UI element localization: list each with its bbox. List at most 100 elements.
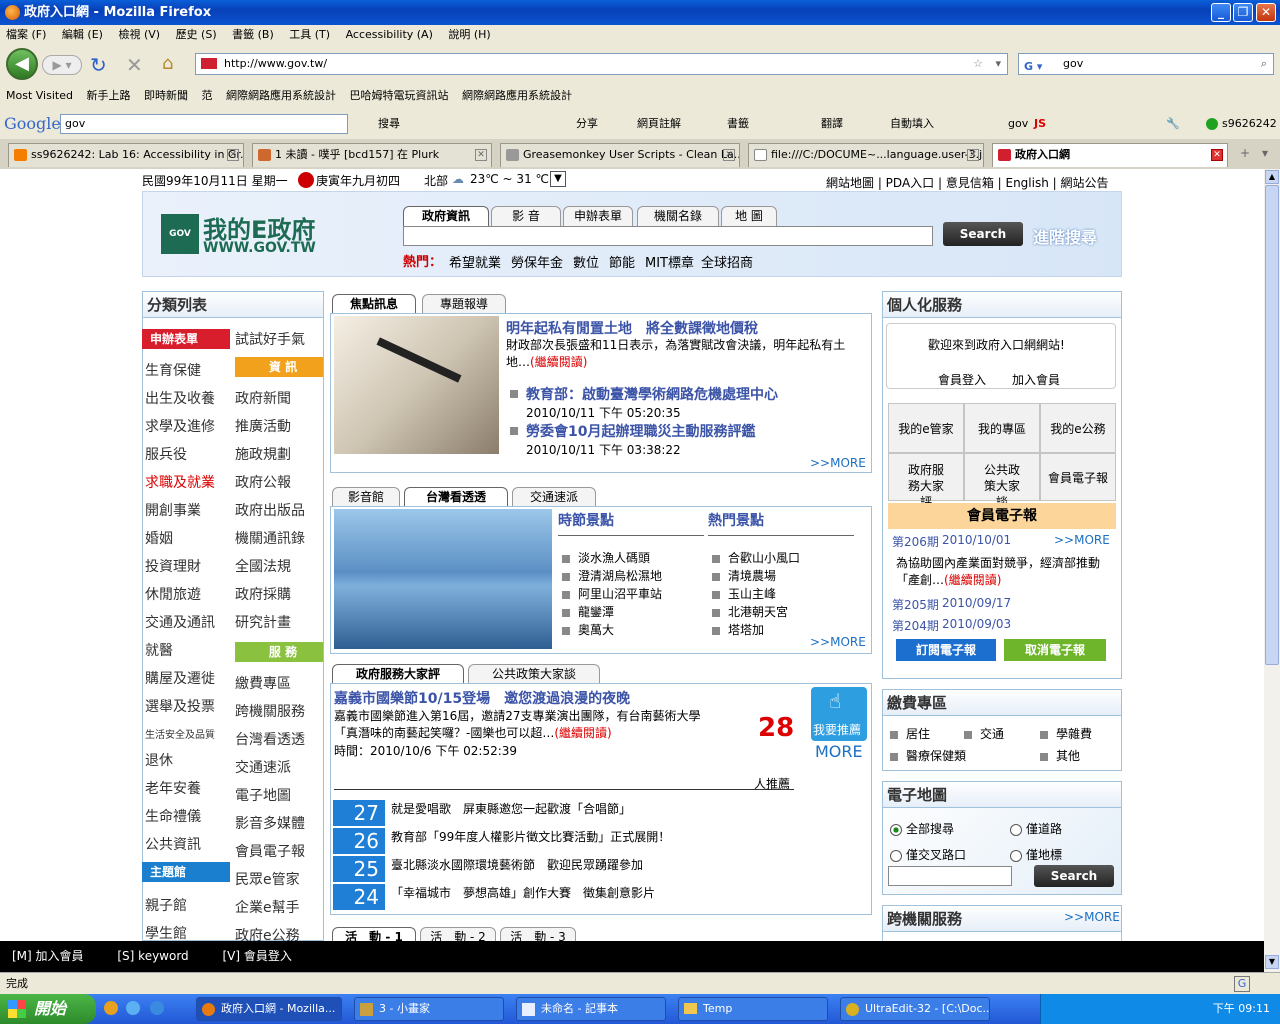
- rank-item[interactable]: 教育部「99年度人權影片徵文比賽活動」正式展開！: [391, 828, 670, 845]
- category-item[interactable]: 繳費專區: [235, 673, 291, 693]
- search-box[interactable]: G ▾ gov ⌕: [1018, 53, 1274, 75]
- menu-edit[interactable]: 編輯 (E): [62, 28, 103, 41]
- epaper-readmore[interactable]: (繼續閱讀): [944, 573, 1001, 587]
- tab-lab16[interactable]: ss9626242: Lab 16: Accessibility in Gr..…: [8, 143, 244, 167]
- menu-tools[interactable]: 工具 (T): [289, 28, 330, 41]
- subscribe-button[interactable]: 訂閱電子報: [896, 639, 996, 661]
- category-item[interactable]: 休閒旅遊: [145, 584, 201, 604]
- close-window-button[interactable]: ✕: [1256, 3, 1276, 22]
- epaper-more-link[interactable]: >>MORE: [1054, 533, 1110, 547]
- category-item[interactable]: 婚姻: [145, 528, 173, 548]
- gtb-js-button[interactable]: JS: [1034, 109, 1046, 139]
- category-item[interactable]: 研究計畫: [235, 612, 291, 632]
- clock[interactable]: 下午 09:11: [1213, 1002, 1270, 1015]
- unsubscribe-button[interactable]: 取消電子報: [1004, 639, 1106, 661]
- category-item[interactable]: 出生及收養: [145, 388, 215, 408]
- grid-my-housekeeper[interactable]: 我的e管家: [888, 403, 964, 453]
- stop-icon[interactable]: ✕: [126, 53, 143, 77]
- category-item[interactable]: 交通速派: [235, 757, 291, 777]
- close-tab-icon[interactable]: ✕: [227, 149, 239, 161]
- grid-my-area[interactable]: 我的專區: [964, 403, 1040, 453]
- grid-epaper[interactable]: 會員電子報: [1040, 453, 1116, 501]
- hot-item[interactable]: 節能: [609, 252, 635, 271]
- gtb-autofill-button[interactable]: 自動填入: [890, 109, 934, 139]
- category-item[interactable]: 台灣看透透: [235, 729, 305, 749]
- epaper-date[interactable]: 2010/09/03: [942, 617, 1011, 631]
- tab-focus-news[interactable]: 焦點訊息: [332, 294, 416, 314]
- join-link[interactable]: 加入會員: [1012, 371, 1060, 388]
- review-headline[interactable]: 嘉義市國樂節10/15登場 邀您渡過浪漫的夜晚: [334, 688, 630, 708]
- category-item[interactable]: 企業e幫手: [235, 897, 300, 917]
- grid-policy-talk[interactable]: 公共政策大家談: [964, 453, 1040, 509]
- spot-item[interactable]: 奧萬大: [562, 621, 614, 638]
- url-bar[interactable]: http://www.gov.tw/ ☆ ▾: [195, 53, 1008, 75]
- news-image[interactable]: [334, 316, 499, 454]
- fee-item[interactable]: 醫療保健類: [890, 747, 966, 764]
- top-links[interactable]: 網站地圖 | PDA入口 | 意見信箱 | English | 網站公告: [826, 174, 1109, 191]
- news-readmore[interactable]: (繼續閱讀): [530, 355, 587, 369]
- map-search-button[interactable]: Search: [1034, 865, 1114, 887]
- weather-dropdown-icon[interactable]: ▼: [550, 171, 566, 187]
- category-item[interactable]: 選舉及投票: [145, 696, 215, 716]
- category-item[interactable]: 政府e公務: [235, 925, 300, 941]
- scroll-up-icon[interactable]: ▲: [1265, 170, 1279, 184]
- scroll-down-icon[interactable]: ▼: [1265, 955, 1279, 969]
- fee-item[interactable]: 學雜費: [1040, 725, 1092, 742]
- category-item[interactable]: 開創事業: [145, 500, 201, 520]
- home-icon[interactable]: ⌂: [162, 53, 173, 74]
- gtb-notes-button[interactable]: 網頁註解: [637, 109, 681, 139]
- cross-agency-more-link[interactable]: >>MORE: [1064, 910, 1120, 924]
- category-item[interactable]: 政府新聞: [235, 388, 291, 408]
- spot-item[interactable]: 合歡山小風口: [712, 549, 800, 566]
- rank-item[interactable]: 臺北縣淡水國際環境藝術節 歡迎民眾踴躍參加: [391, 856, 643, 873]
- category-item[interactable]: 政府公報: [235, 472, 291, 492]
- category-item[interactable]: 會員電子報: [235, 841, 305, 861]
- gtb-user[interactable]: s9626242: [1222, 109, 1277, 139]
- epaper-issue[interactable]: 第205期: [892, 596, 939, 613]
- google-engine-icon[interactable]: G ▾: [1024, 57, 1042, 77]
- tab-policy-talk[interactable]: 公共政策大家談: [468, 664, 600, 684]
- magnifier-icon[interactable]: ⌕: [1261, 54, 1267, 74]
- tab-event-3[interactable]: 活 動 - 3: [500, 927, 576, 941]
- google-toolbar-input[interactable]: gov: [60, 114, 348, 134]
- task-temp[interactable]: Temp: [678, 997, 828, 1021]
- bookmark-news[interactable]: 即時新聞: [144, 89, 188, 102]
- tab-plurk[interactable]: 1 未讀 - 噗乎 [bcd157] 在 Plurk ✕: [252, 143, 492, 167]
- category-item[interactable]: 影音多媒體: [235, 813, 305, 833]
- category-item[interactable]: 交通及通訊: [145, 612, 215, 632]
- grid-my-eoffice[interactable]: 我的e公務: [1040, 403, 1116, 453]
- accesskey-login[interactable]: [V] 會員登入: [223, 949, 292, 963]
- site-search-input[interactable]: [403, 226, 933, 246]
- task-notepad[interactable]: 未命名 - 記事本: [516, 997, 666, 1021]
- rank-item[interactable]: 「幸福城市 夢想高雄」創作大賽 徵集創意影片: [391, 884, 655, 901]
- tab-greasemonkey[interactable]: Greasemonkey User Scripts - Clean La... ✕: [500, 143, 740, 167]
- maximize-button[interactable]: ❐: [1233, 3, 1253, 22]
- category-item[interactable]: 求學及進修: [145, 416, 215, 436]
- accesskey-join[interactable]: [M] 加入會員: [12, 949, 84, 963]
- forward-button[interactable]: ▶ ▾: [42, 55, 82, 75]
- gtb-gov-button[interactable]: gov: [1008, 109, 1028, 139]
- menu-help[interactable]: 說明 (H): [448, 28, 490, 41]
- category-item[interactable]: 全國法規: [235, 556, 291, 576]
- menu-bookmarks[interactable]: 書籤 (B): [232, 28, 274, 41]
- category-item[interactable]: 民眾e管家: [235, 869, 300, 889]
- fee-item[interactable]: 居住: [890, 725, 930, 742]
- close-tab-icon[interactable]: ✕: [723, 149, 735, 161]
- taiwan-more-link[interactable]: >>MORE: [810, 635, 866, 649]
- category-item[interactable]: 生活安全及品質: [145, 726, 215, 741]
- hot-item[interactable]: 全球招商: [701, 252, 753, 271]
- search-tab-media[interactable]: 影 音: [491, 206, 561, 226]
- category-item[interactable]: 電子地圖: [235, 785, 291, 805]
- hot-item[interactable]: 數位: [573, 252, 599, 271]
- spot-item[interactable]: 澄清湖烏松濕地: [562, 567, 662, 584]
- epaper-issue[interactable]: 第204期: [892, 617, 939, 634]
- category-item[interactable]: 購屋及遷徙: [145, 668, 215, 688]
- scroll-thumb[interactable]: [1265, 185, 1279, 665]
- spot-item[interactable]: 清境農場: [712, 567, 776, 584]
- google-status-icon[interactable]: G: [1234, 976, 1250, 992]
- spot-item[interactable]: 玉山主峰: [712, 585, 776, 602]
- hot-item[interactable]: MIT標章: [645, 252, 694, 271]
- epaper-issue[interactable]: 第206期: [892, 533, 939, 550]
- menu-file[interactable]: 檔案 (F): [6, 28, 46, 41]
- category-item[interactable]: 政府出版品: [235, 500, 305, 520]
